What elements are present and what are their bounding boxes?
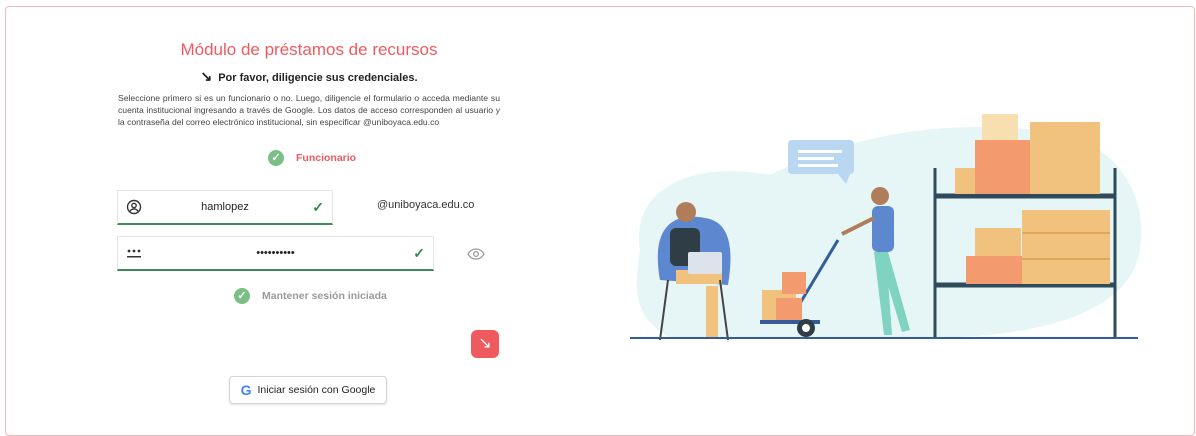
keep-session-label: Mantener sesión iniciada (262, 290, 387, 302)
google-login-label: Iniciar sesión con Google (257, 384, 376, 396)
eye-icon[interactable] (467, 247, 485, 261)
arrow-down-right-icon: ↘ (478, 335, 492, 352)
instructions-text: Seleccione primero si es un funcionario … (118, 93, 500, 127)
funcionario-label: Funcionario (296, 152, 357, 164)
password-field[interactable]: •••••••••• ✓ (117, 236, 434, 271)
check-circle-icon[interactable]: ✓ (268, 150, 284, 166)
keep-session-toggle[interactable]: ✓ Mantener sesión iniciada (234, 288, 387, 304)
funcionario-toggle[interactable]: ✓ Funcionario (268, 150, 356, 166)
username-input[interactable]: hamlopez (154, 201, 296, 213)
page-subtitle: ↘ Por favor, diligencie sus credenciales. (118, 68, 500, 85)
username-field[interactable]: hamlopez ✓ (117, 190, 333, 225)
valid-check-icon: ✓ (413, 245, 425, 261)
subtitle-text: Por favor, diligencie sus credenciales. (218, 72, 418, 84)
arrow-down-right-icon: ↘ (200, 68, 213, 84)
user-circle-icon (126, 199, 142, 215)
password-input[interactable]: •••••••••• (154, 247, 397, 259)
password-icon (127, 249, 141, 258)
google-icon: G (240, 382, 252, 398)
check-circle-icon[interactable]: ✓ (234, 288, 250, 304)
warehouse-illustration (630, 114, 1142, 341)
page-title: Módulo de préstamos de recursos (180, 40, 438, 59)
submit-button[interactable]: ↘ (471, 330, 499, 358)
domain-suffix: @uniboyaca.edu.co (377, 199, 475, 211)
valid-check-icon: ✓ (312, 199, 324, 215)
google-login-button[interactable]: G Iniciar sesión con Google (229, 376, 387, 404)
